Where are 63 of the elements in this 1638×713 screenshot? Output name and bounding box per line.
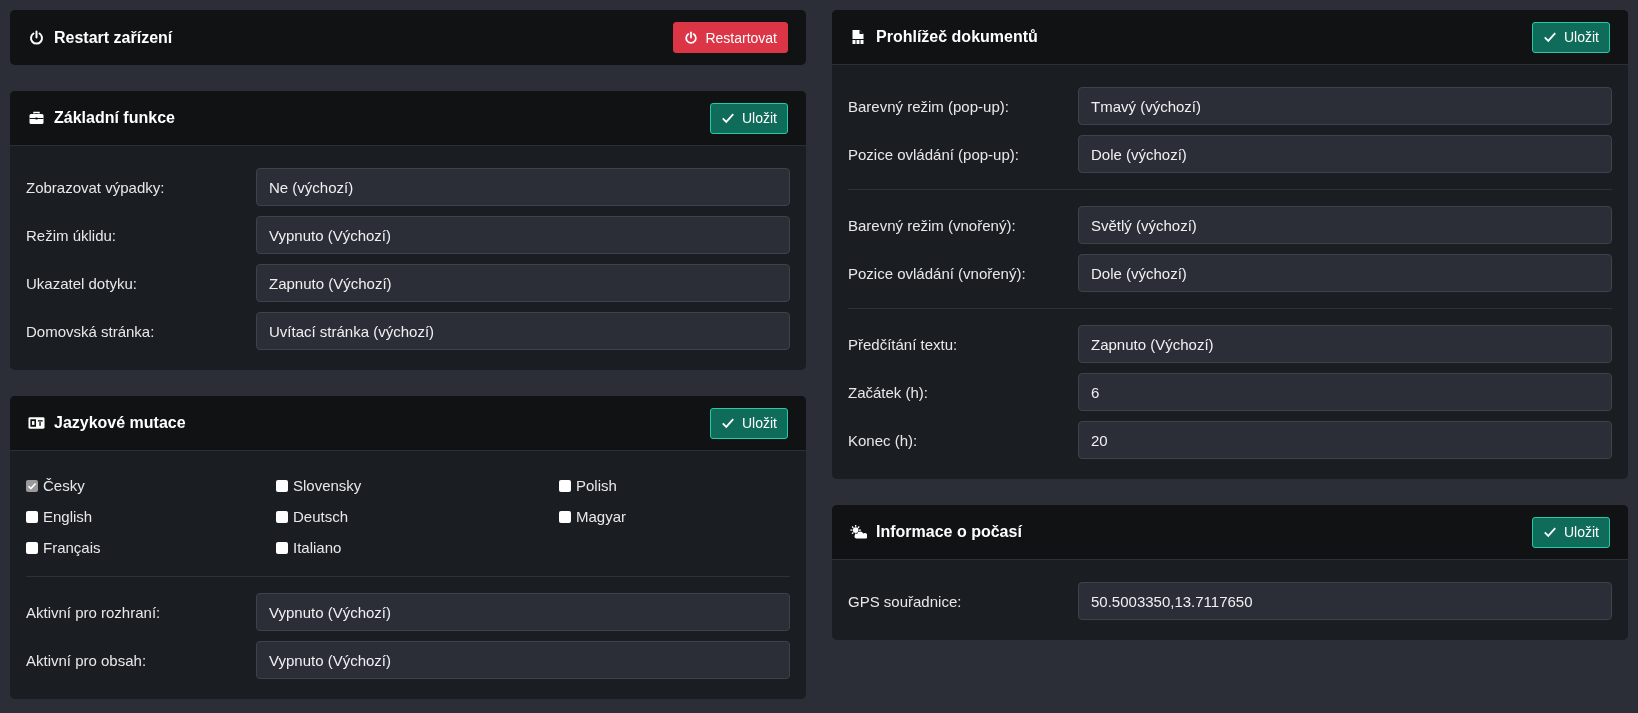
- field-label: Začátek (h):: [848, 383, 930, 401]
- field-label: Režim úklidu:: [26, 226, 118, 244]
- text-field[interactable]: 50.5003350,13.7117650: [1078, 582, 1612, 620]
- checkbox[interactable]: [276, 510, 288, 523]
- checkbox[interactable]: [26, 510, 38, 523]
- save-button[interactable]: Uložit: [1532, 516, 1610, 548]
- select-field[interactable]: Uvítací stránka (výchozí): [256, 312, 790, 350]
- checkbox[interactable]: [276, 479, 288, 492]
- checkbox-label: Deutsch: [293, 508, 349, 525]
- language-icon: [28, 415, 45, 431]
- checkbox-label: Česky: [43, 477, 85, 494]
- field-label: Domovská stránka:: [26, 322, 156, 340]
- select-field[interactable]: Dole (výchozí): [1078, 135, 1612, 173]
- checkbox-label: Italiano: [293, 539, 342, 556]
- checkbox[interactable]: [26, 541, 38, 554]
- briefcase-icon: [28, 110, 45, 126]
- checkbox-label: Magyar: [576, 508, 627, 525]
- field-label: Pozice ovládání (pop-up):: [848, 145, 1020, 163]
- power-icon: [28, 29, 45, 46]
- field-label: Pozice ovládání (vnořený):: [848, 264, 1027, 282]
- field-label: Zobrazovat výpadky:: [26, 178, 166, 196]
- card-title: Jazykové mutace: [54, 414, 186, 432]
- field-label: Aktivní pro rozhraní:: [26, 603, 162, 621]
- power-icon: [684, 30, 699, 45]
- select-field[interactable]: Zapnuto (Výchozí): [1078, 325, 1612, 363]
- sun-cloud-icon: [850, 524, 867, 540]
- field-label: Barevný režim (pop-up):: [848, 97, 1010, 115]
- field-label: Ukazatel dotyku:: [26, 274, 138, 292]
- select-field[interactable]: 6: [1078, 373, 1612, 411]
- select-field[interactable]: Světlý (výchozí): [1078, 206, 1612, 244]
- checkmark-icon: [1543, 525, 1557, 539]
- field-label: Předčítání textu:: [848, 335, 959, 353]
- select-field[interactable]: 20: [1078, 421, 1612, 459]
- select-field[interactable]: Vypnuto (Výchozí): [256, 216, 790, 254]
- select-field[interactable]: Ne (výchozí): [256, 168, 790, 206]
- checkbox[interactable]: [559, 479, 571, 492]
- select-field[interactable]: Vypnuto (Výchozí): [256, 641, 790, 679]
- card-title: Informace o počasí: [876, 523, 1022, 541]
- select-field[interactable]: Dole (výchozí): [1078, 254, 1612, 292]
- field-label: Aktivní pro obsah:: [26, 651, 148, 669]
- checkmark-icon: [1543, 30, 1557, 44]
- checkbox-label: English: [43, 508, 93, 525]
- field-label: Barevný režim (vnořený):: [848, 216, 1017, 234]
- checkbox[interactable]: [559, 510, 571, 523]
- checkbox-label: Slovensky: [293, 477, 362, 494]
- save-button[interactable]: Uložit: [710, 102, 788, 134]
- select-field[interactable]: Zapnuto (Výchozí): [256, 264, 790, 302]
- pdf-file-icon: [850, 29, 867, 45]
- card-title: Restart zařízení: [54, 28, 173, 47]
- select-field[interactable]: Tmavý (výchozí): [1078, 87, 1612, 125]
- select-field[interactable]: Vypnuto (Výchozí): [256, 593, 790, 631]
- checkbox-label: Polish: [576, 477, 617, 494]
- checkmark-icon: [721, 416, 735, 430]
- field-label: GPS souřadnice:: [848, 592, 963, 610]
- restart-button[interactable]: Restartovat: [673, 22, 788, 53]
- card-title: Prohlížeč dokumentů: [876, 28, 1038, 46]
- field-label: Konec (h):: [848, 431, 919, 449]
- save-button[interactable]: Uložit: [710, 407, 788, 439]
- checkbox-label: Français: [43, 539, 101, 556]
- checkbox[interactable]: [276, 541, 288, 554]
- checkmark-icon: [721, 111, 735, 125]
- save-button[interactable]: Uložit: [1532, 21, 1610, 53]
- card-title: Základní funkce: [54, 109, 175, 127]
